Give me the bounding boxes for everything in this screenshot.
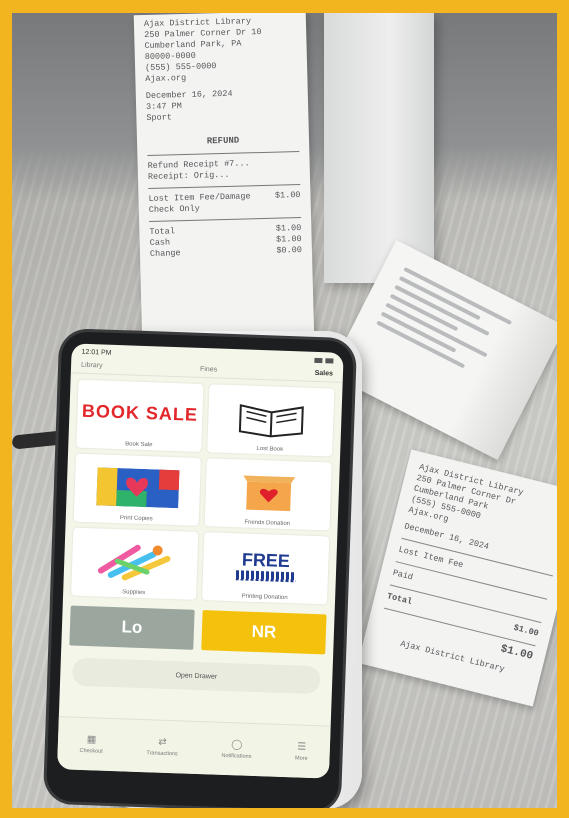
nav-label: Notifications [221, 752, 252, 760]
action-buttons: Lo NR [61, 601, 335, 658]
status-time: 12:01 PM [81, 348, 112, 357]
receipt-divider [148, 184, 301, 189]
receipt-change-amount: $0.00 [276, 244, 303, 256]
receipt-total-label: Total [149, 226, 176, 237]
tile-printing-donation[interactable]: FREE Printing Donation [201, 532, 330, 605]
tile-friends-donation[interactable]: Friends Donation [204, 458, 332, 531]
receipt-main: Ajax District Library 250 Palmer Corner … [133, 13, 315, 346]
tile-label: Friends Donation [244, 519, 291, 528]
crafts-icon [97, 544, 170, 580]
receipt-divider [147, 151, 300, 156]
receipt-item-amount: $1.00 [274, 190, 301, 201]
wifi-icon [314, 357, 323, 363]
bottom-nav: ▦ Checkout ⇄ Transactions ◯ Notification… [56, 716, 331, 779]
tile-print-copies[interactable]: Print Copies [73, 453, 201, 526]
photo: Ajax District Library 250 Palmer Corner … [12, 13, 557, 808]
pos-terminal: 12:01 PM Library Fines Sales BOOK SALE B… [45, 331, 355, 808]
nav-label: Transactions [146, 750, 178, 758]
gift-box-icon [242, 474, 295, 511]
nav-transactions[interactable]: ⇄ Transactions [146, 736, 178, 758]
receipt-lower-subtotal-label: Total [385, 591, 414, 608]
book-sale-graphic: BOOK SALE [81, 400, 199, 425]
nav-more[interactable]: ☰ More [294, 741, 308, 762]
receipt-lower: Ajax District Library 250 Palmer Corner … [358, 449, 557, 707]
nav-checkout[interactable]: ▦ Checkout [79, 734, 103, 755]
book-icon [238, 403, 304, 437]
nav-notifications[interactable]: ◯ Notifications [221, 739, 252, 760]
open-drawer-button[interactable]: Open Drawer [71, 657, 321, 695]
receipt-curled-lines [373, 262, 541, 398]
tile-label: Book Sale [125, 441, 153, 449]
terminal-screen: 12:01 PM Library Fines Sales BOOK SALE B… [56, 343, 344, 779]
nav-label: More [294, 755, 308, 762]
receipt-cash-amount: $1.00 [275, 233, 302, 245]
grid-icon: ▦ [86, 734, 97, 746]
tile-label: Lost Book [256, 445, 284, 453]
nav-label: Checkout [79, 747, 103, 755]
art-icon [95, 466, 180, 508]
printing-pattern [235, 569, 296, 582]
bell-icon: ◯ [230, 739, 243, 751]
tile-lost-book[interactable]: Lost Book [207, 384, 335, 457]
battery-icon [325, 357, 334, 364]
receipt-header: Ajax District Library 250 Palmer Corner … [144, 15, 299, 124]
nr-button[interactable]: NR [201, 610, 327, 655]
tile-label: Supplies [122, 589, 146, 597]
cardboard-box [324, 13, 434, 283]
tile-label: Printing Donation [241, 593, 288, 602]
free-graphic: FREE [241, 548, 291, 571]
tab-library[interactable]: Library [81, 362, 103, 370]
receipt-divider [149, 216, 302, 222]
tab-sales[interactable]: Sales [315, 370, 334, 378]
arrows-icon: ⇄ [158, 736, 167, 748]
menu-icon: ☰ [297, 741, 307, 753]
receipt-lower-total-amount: $1.00 [499, 643, 535, 663]
tile-label: Print Copies [119, 515, 153, 523]
receipt-lower-subtotal-amount: $1.00 [512, 622, 540, 639]
receipt-cash-label: Cash [149, 237, 171, 248]
status-icons [314, 357, 334, 364]
lo-button[interactable]: Lo [69, 605, 195, 650]
item-grid: BOOK SALE Book Sale Lost Book Print Copi… [63, 373, 343, 610]
receipt-change-label: Change [149, 248, 181, 259]
receipt-title: REFUND [206, 135, 240, 147]
tab-fines[interactable]: Fines [200, 366, 217, 374]
tile-book-sale[interactable]: BOOK SALE Book Sale [76, 379, 204, 452]
tile-supplies[interactable]: Supplies [71, 527, 199, 600]
receipt-total-amount: $1.00 [275, 222, 302, 234]
